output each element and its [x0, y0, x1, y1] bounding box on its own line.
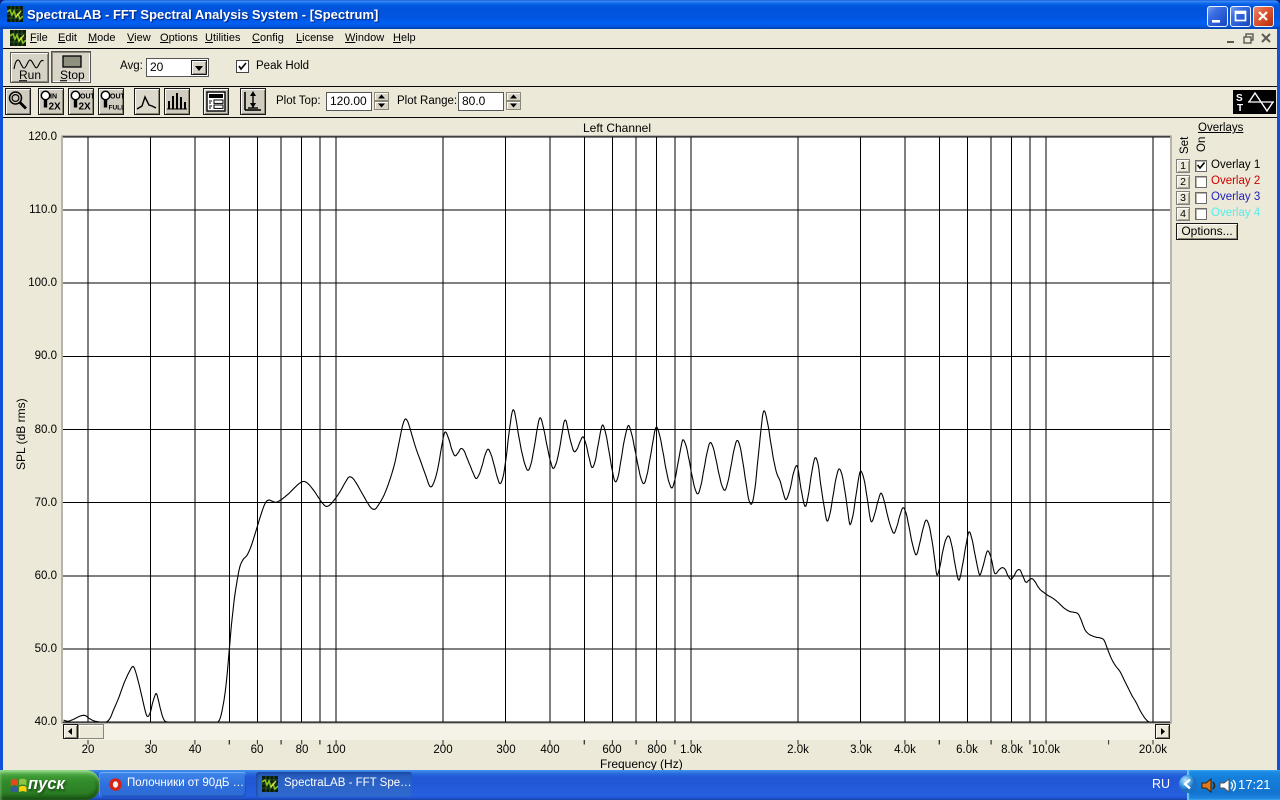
svg-text:2X: 2X [79, 102, 92, 113]
svg-text:OUT: OUT [110, 94, 124, 101]
svg-text:T: T [1237, 103, 1243, 114]
svg-text:FULL: FULL [109, 105, 125, 112]
svg-text:OUT: OUT [80, 94, 94, 101]
svg-text:IN: IN [50, 94, 57, 101]
svg-text:Stop: Stop [60, 68, 85, 82]
svg-text:Run: Run [19, 68, 41, 82]
svg-text:2X: 2X [49, 102, 62, 113]
